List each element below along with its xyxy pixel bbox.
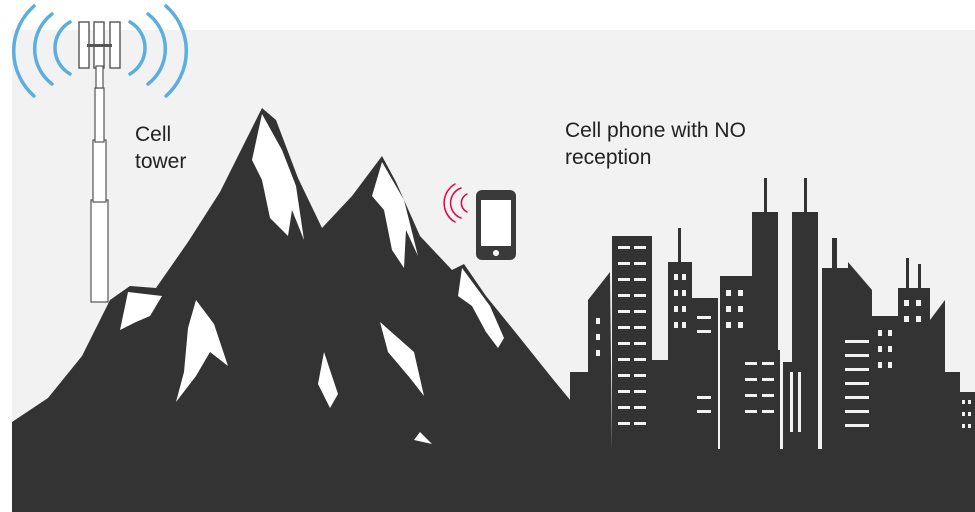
scene <box>11 4 975 512</box>
mobile-phone-icon <box>476 190 516 260</box>
cell-phone-label: Cell phone with NO reception <box>565 117 825 171</box>
cell-tower-label: Cell tower <box>135 121 225 175</box>
cell-tower-label-line-2: tower <box>135 150 187 173</box>
cell-phone-label-line-2: reception <box>565 146 652 169</box>
cell-phone-label-line-1: Cell phone with NO <box>565 119 746 142</box>
ground-band <box>12 452 975 512</box>
diagram-canvas: Cell tower Cell phone with NO reception <box>0 0 975 512</box>
cell-tower-label-line-1: Cell <box>135 123 172 146</box>
